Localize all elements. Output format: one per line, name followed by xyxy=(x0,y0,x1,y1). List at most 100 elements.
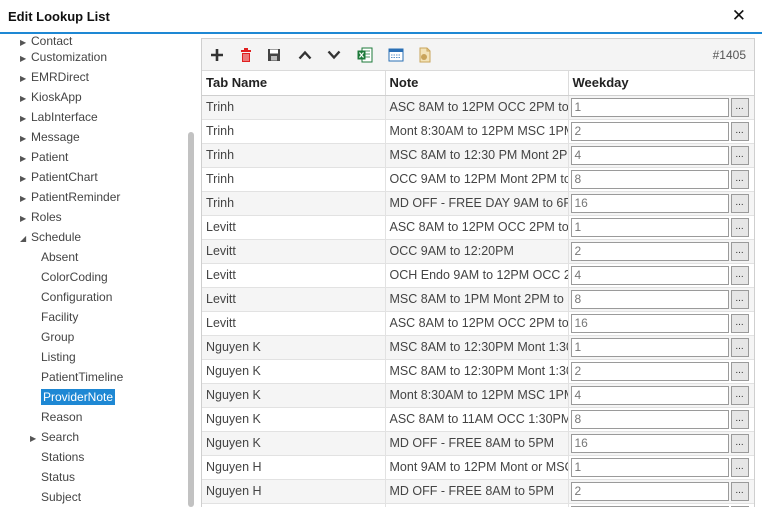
cell-note[interactable]: ASC 8AM to 11AM OCC 1:30PM xyxy=(385,407,569,432)
cell-tab-name[interactable] xyxy=(202,503,386,507)
move-down-icon[interactable] xyxy=(324,45,344,65)
cell-tab-name[interactable]: Nguyen H xyxy=(202,479,386,504)
lookup-tree[interactable]: ▶ Contact ▶ Customization ▶ EMRDirect ▶ KioskAp… xyxy=(0,36,196,507)
collapsed-arrow-icon[interactable]: ▶ xyxy=(20,209,31,229)
close-icon[interactable]: ✕ xyxy=(732,6,746,26)
weekday-input[interactable]: 2 xyxy=(570,361,729,381)
cell-note[interactable] xyxy=(385,503,569,507)
cell-tab-name[interactable]: Nguyen K xyxy=(202,431,386,456)
weekday-input[interactable]: 4 xyxy=(570,385,729,405)
weekday-picker-button[interactable]: ... xyxy=(730,193,749,213)
table-row[interactable]: LevittASC 8AM to 12PM OCC 2PM to 5PM16..… xyxy=(202,311,754,336)
tree-item-schedule[interactable]: ◢ Schedule xyxy=(20,227,81,247)
cell-tab-name[interactable]: Nguyen K xyxy=(202,407,386,432)
tree-item-stations[interactable]: Stations xyxy=(41,447,84,467)
table-row[interactable]: Nguyen KMSC 8AM to 12:30PM Mont 1:30PM1.… xyxy=(202,335,754,360)
cell-note[interactable]: Mont 8:30AM to 12PM MSC 1PM to 5PM xyxy=(385,119,569,144)
cell-tab-name[interactable]: Trinh xyxy=(202,95,386,120)
table-row[interactable]: LevittOCH Endo 9AM to 12PM OCC 2PM4... xyxy=(202,263,754,288)
tree-item-facility[interactable]: Facility xyxy=(41,307,78,327)
cell-tab-name[interactable]: Nguyen K xyxy=(202,359,386,384)
weekday-picker-button[interactable]: ... xyxy=(730,385,749,405)
weekday-input[interactable]: 1 xyxy=(570,217,729,237)
table-row[interactable]: TrinhOCC 9AM to 12PM Mont 2PM to 5PM8... xyxy=(202,167,754,192)
cell-note[interactable]: MD OFF - FREE 8AM to 5PM xyxy=(385,431,569,456)
weekday-picker-button[interactable]: ... xyxy=(730,241,749,261)
weekday-input[interactable]: 4 xyxy=(570,265,729,285)
collapsed-arrow-icon[interactable]: ▶ xyxy=(20,49,31,69)
cell-note[interactable]: MSC 8AM to 12:30PM Mont 1:30PM xyxy=(385,359,569,384)
tree-scrollbar[interactable] xyxy=(188,132,194,507)
add-icon[interactable] xyxy=(207,45,227,65)
cell-tab-name[interactable]: Levitt xyxy=(202,239,386,264)
weekday-input[interactable]: 16 xyxy=(570,313,729,333)
weekday-picker-button[interactable]: ... xyxy=(730,313,749,333)
cell-note[interactable]: MD OFF - FREE DAY 9AM to 6PM xyxy=(385,191,569,216)
collapsed-arrow-icon[interactable]: ▶ xyxy=(20,89,31,109)
weekday-picker-button[interactable]: ... xyxy=(730,121,749,141)
weekday-input[interactable]: 2 xyxy=(570,121,729,141)
collapsed-arrow-icon[interactable]: ▶ xyxy=(20,69,31,89)
cell-note[interactable]: ASC 8AM to 12PM OCC 2PM to 5PM xyxy=(385,95,569,120)
tree-item-reason[interactable]: Reason xyxy=(41,407,82,427)
table-row[interactable]: TrinhMont 8:30AM to 12PM MSC 1PM to 5PM2… xyxy=(202,119,754,144)
cell-note[interactable]: OCC 9AM to 12PM Mont 2PM to 5PM xyxy=(385,167,569,192)
cell-note[interactable]: OCH Endo 9AM to 12PM OCC 2PM xyxy=(385,263,569,288)
export-excel-icon[interactable] xyxy=(355,45,375,65)
weekday-picker-button[interactable]: ... xyxy=(730,337,749,357)
weekday-input[interactable]: 16 xyxy=(570,193,729,213)
tree-item-listing[interactable]: Listing xyxy=(41,347,76,367)
tree-item-absent[interactable]: Absent xyxy=(41,247,78,267)
import-file-icon[interactable] xyxy=(415,45,435,65)
collapsed-arrow-icon[interactable]: ▶ xyxy=(30,429,41,449)
weekday-picker-button[interactable]: ... xyxy=(730,169,749,189)
cell-tab-name[interactable]: Nguyen H xyxy=(202,455,386,480)
tree-item-roles[interactable]: ▶ Roles xyxy=(20,207,62,227)
cell-tab-name[interactable]: Levitt xyxy=(202,311,386,336)
weekday-picker-button[interactable]: ... xyxy=(730,409,749,429)
cell-tab-name[interactable]: Levitt xyxy=(202,215,386,240)
cell-tab-name[interactable]: Trinh xyxy=(202,119,386,144)
cell-note[interactable]: MSC 8AM to 12:30 PM Mont 2PM to 5PM xyxy=(385,143,569,168)
cell-tab-name[interactable]: Nguyen K xyxy=(202,335,386,360)
cell-tab-name[interactable]: Levitt xyxy=(202,263,386,288)
table-row[interactable]: Trinh MD OFF - FREE DAY 9AM to 6PM 16... xyxy=(202,191,754,216)
column-header-note[interactable]: Note xyxy=(385,71,569,96)
weekday-input[interactable]: 1 xyxy=(570,97,729,117)
tree-item-patienttimeline[interactable]: PatientTimeline xyxy=(41,367,123,387)
weekday-input[interactable]: 8 xyxy=(570,409,729,429)
weekday-picker-button[interactable]: ... xyxy=(730,265,749,285)
table-row[interactable]: LevittMSC 8AM to 1PM Mont 2PM to 5PM8... xyxy=(202,287,754,312)
tree-item-patientchart[interactable]: ▶ PatientChart xyxy=(20,167,98,187)
weekday-input[interactable]: 1 xyxy=(570,337,729,357)
cell-tab-name[interactable]: Trinh xyxy=(202,143,386,168)
table-row[interactable]: TrinhASC 8AM to 12PM OCC 2PM to 5PM1... xyxy=(202,95,754,120)
cell-note[interactable]: MSC 8AM to 12:30PM Mont 1:30PM xyxy=(385,335,569,360)
table-row[interactable]: TrinhMSC 8AM to 12:30 PM Mont 2PM to 5PM… xyxy=(202,143,754,168)
cell-note[interactable]: ASC 8AM to 12PM OCC 2PM to 5PM xyxy=(385,215,569,240)
weekday-input[interactable]: 4 xyxy=(570,145,729,165)
cell-note[interactable]: MSC 8AM to 1PM Mont 2PM to 5PM xyxy=(385,287,569,312)
tree-item-customization[interactable]: ▶ Customization xyxy=(20,47,107,67)
collapsed-arrow-icon[interactable]: ▶ xyxy=(20,149,31,169)
weekday-input[interactable]: 2 xyxy=(570,241,729,261)
collapsed-arrow-icon[interactable]: ▶ xyxy=(20,189,31,209)
column-header-weekday[interactable]: Weekday xyxy=(568,71,754,96)
table-row[interactable]: LevittASC 8AM to 12PM OCC 2PM to 5PM1... xyxy=(202,215,754,240)
weekday-input[interactable]: 16 xyxy=(570,433,729,453)
collapsed-arrow-icon[interactable]: ▶ xyxy=(20,109,31,129)
tree-item-configuration[interactable]: Configuration xyxy=(41,287,112,307)
weekday-picker-button[interactable]: ... xyxy=(730,481,749,501)
move-up-icon[interactable] xyxy=(295,45,315,65)
tree-item-patient[interactable]: ▶ Patient xyxy=(20,147,68,167)
weekday-picker-button[interactable]: ... xyxy=(730,217,749,237)
delete-icon[interactable] xyxy=(236,45,256,65)
tree-item-patientreminder[interactable]: ▶ PatientReminder xyxy=(20,187,120,207)
weekday-input[interactable]: 8 xyxy=(570,169,729,189)
weekday-picker-button[interactable]: ... xyxy=(730,145,749,165)
cell-note[interactable]: MD OFF - FREE 8AM to 5PM xyxy=(385,479,569,504)
collapsed-arrow-icon[interactable]: ▶ xyxy=(20,169,31,189)
cell-note[interactable]: Mont 8:30AM to 12PM MSC 1PM xyxy=(385,383,569,408)
expanded-arrow-icon[interactable]: ◢ xyxy=(20,229,31,249)
cell-note[interactable]: Mont 9AM to 12PM Mont or MSC xyxy=(385,455,569,480)
